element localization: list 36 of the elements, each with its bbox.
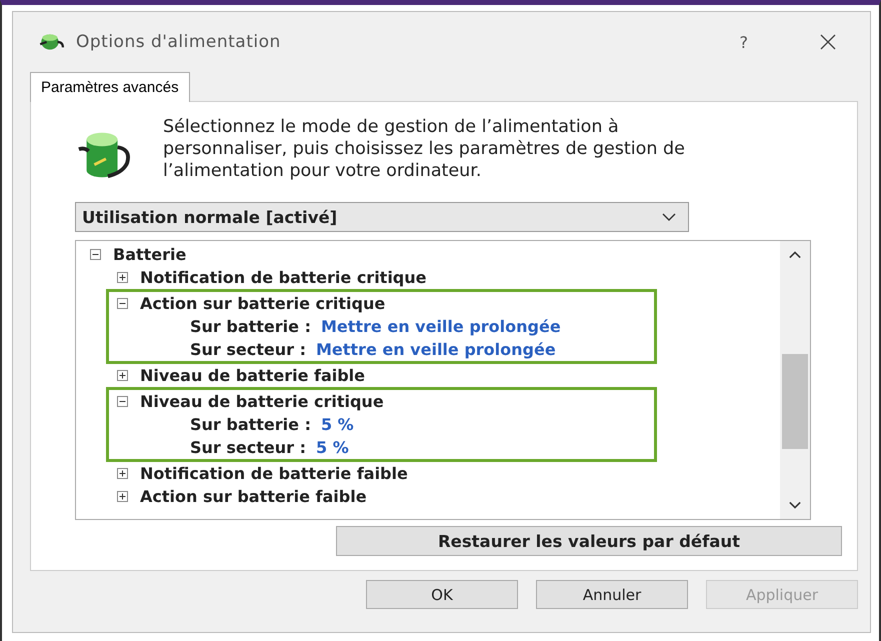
tree-item[interactable]: Niveau de batterie faible bbox=[90, 364, 780, 387]
expand-icon[interactable] bbox=[117, 468, 128, 479]
description-text: Sélectionnez le mode de gestion de l’alimentation à personnaliser, puis choisissez les paramètres de gestion de l’alimentation pour votre ordinateur. bbox=[163, 116, 686, 182]
expand-icon[interactable] bbox=[117, 491, 128, 502]
dialog-button[interactable]: Annuler bbox=[536, 580, 688, 609]
setting-value-link[interactable]: 5 % bbox=[320, 415, 354, 434]
collapse-icon[interactable] bbox=[90, 249, 101, 260]
tree-item[interactable]: Notification de batterie faible bbox=[90, 462, 780, 485]
restore-defaults-button[interactable]: Restaurer les valeurs par défaut bbox=[336, 526, 842, 556]
tree-item[interactable]: Niveau de batterie critique bbox=[109, 390, 654, 413]
setting-label: Sur batterie : bbox=[190, 317, 311, 336]
chevron-down-icon bbox=[662, 213, 676, 221]
tree-item[interactable]: Batterie bbox=[90, 243, 780, 266]
expand-icon[interactable] bbox=[117, 370, 128, 381]
tree-item[interactable]: Notification de batterie critique bbox=[90, 266, 780, 289]
scrollbar[interactable] bbox=[780, 241, 810, 519]
plan-dropdown[interactable]: Utilisation normale [activé] bbox=[75, 202, 689, 232]
collapse-icon[interactable] bbox=[117, 396, 128, 407]
setting-value-link[interactable]: Mettre en veille prolongée bbox=[316, 340, 556, 359]
scroll-up-icon[interactable] bbox=[789, 251, 801, 259]
setting-label: Sur secteur : bbox=[190, 438, 306, 457]
tree-item[interactable]: Action sur batterie faible bbox=[90, 485, 780, 508]
dialog-button[interactable]: OK bbox=[366, 580, 518, 609]
scroll-thumb[interactable] bbox=[782, 354, 808, 449]
tab[interactable]: Paramètres avancés bbox=[30, 72, 190, 102]
expand-icon[interactable] bbox=[117, 272, 128, 283]
setting-value-link[interactable]: Mettre en veille prolongée bbox=[320, 317, 561, 336]
setting-label: Sur secteur : bbox=[190, 340, 306, 359]
tree-item[interactable]: Action sur batterie critique bbox=[109, 292, 654, 315]
setting-label: Sur batterie : bbox=[190, 415, 311, 434]
window-title: Options d'alimentation bbox=[76, 32, 282, 52]
scroll-down-icon[interactable] bbox=[789, 501, 801, 509]
collapse-icon[interactable] bbox=[117, 298, 128, 309]
close-icon[interactable] bbox=[820, 34, 836, 50]
help-button[interactable]: ? bbox=[740, 32, 748, 52]
setting-value-link[interactable]: 5 % bbox=[316, 438, 349, 457]
